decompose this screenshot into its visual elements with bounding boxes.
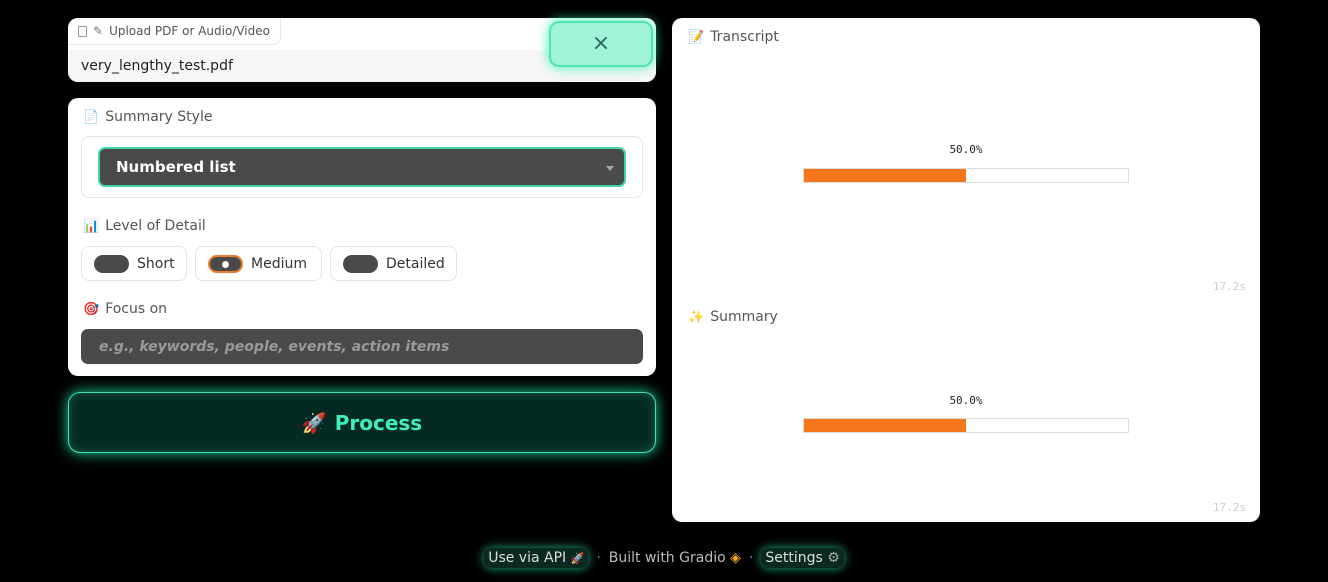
upload-tab[interactable]: ✎ Upload PDF or Audio/Video bbox=[68, 18, 281, 45]
file-icon bbox=[78, 25, 87, 37]
output-panel: 📝 Transcript 50.0% 17.2s ✨ Summary 50.0%… bbox=[672, 18, 1260, 522]
detail-option-detailed[interactable]: Detailed bbox=[330, 246, 457, 281]
bar-chart-icon: 📊 bbox=[83, 218, 100, 234]
process-label: Process bbox=[334, 410, 423, 435]
separator: · bbox=[596, 550, 601, 566]
summary-progress-text: 50.0% bbox=[949, 394, 983, 407]
document-icon: 📄 bbox=[83, 109, 100, 125]
focus-input[interactable]: e.g., keywords, people, events, action i… bbox=[81, 329, 643, 364]
target-icon: 🎯 bbox=[83, 301, 100, 317]
chevron-down-icon bbox=[606, 166, 614, 171]
detail-label: 📊 Level of Detail bbox=[83, 218, 206, 234]
file-name: very_lengthy_test.pdf bbox=[81, 58, 233, 74]
summary-style-label: 📄 Summary Style bbox=[83, 109, 213, 125]
transcript-label: 📝 Transcript bbox=[688, 29, 779, 45]
footer: Use via API 🚀 · Built with Gradio ◈ · Se… bbox=[0, 546, 1328, 570]
settings-panel: 📄 Summary Style Numbered list 📊 Level of… bbox=[68, 98, 656, 376]
summary-label: ✨ Summary bbox=[688, 309, 778, 325]
summary-progress-fill bbox=[804, 419, 966, 432]
built-with-gradio-link[interactable]: Built with Gradio ◈ bbox=[609, 550, 741, 566]
summary-style-value: Numbered list bbox=[116, 158, 236, 176]
detail-option-medium[interactable]: Medium bbox=[195, 246, 322, 281]
radio-toggle[interactable] bbox=[343, 254, 378, 273]
separator: · bbox=[748, 550, 754, 566]
gear-icon: ⚙ bbox=[827, 550, 840, 566]
detail-option-short[interactable]: Short bbox=[81, 246, 187, 281]
upload-tab-label: Upload PDF or Audio/Video bbox=[109, 24, 270, 38]
transcript-timer: 17.2s bbox=[1212, 280, 1246, 293]
process-button[interactable]: 🚀 Process bbox=[68, 392, 656, 453]
transcript-progress-fill bbox=[804, 169, 966, 182]
rocket-icon: 🚀 bbox=[570, 552, 585, 565]
close-icon: × bbox=[591, 31, 611, 56]
summary-progress-bar bbox=[803, 418, 1129, 433]
memo-icon: 📝 bbox=[688, 29, 705, 45]
clear-file-button[interactable]: × bbox=[549, 21, 653, 67]
summary-style-dropdown[interactable]: Numbered list bbox=[98, 147, 626, 187]
rocket-icon: 🚀 bbox=[301, 410, 327, 435]
settings-link[interactable]: Settings ⚙ bbox=[761, 548, 844, 568]
focus-placeholder: e.g., keywords, people, events, action i… bbox=[99, 338, 450, 355]
use-via-api-link[interactable]: Use via API 🚀 bbox=[484, 548, 589, 568]
summary-timer: 17.2s bbox=[1212, 501, 1246, 514]
radio-toggle-selected[interactable] bbox=[208, 254, 243, 273]
transcript-progress-bar bbox=[803, 168, 1129, 183]
radio-toggle[interactable] bbox=[94, 254, 129, 273]
gradio-logo-icon: ◈ bbox=[730, 550, 741, 566]
transcript-progress-text: 50.0% bbox=[949, 143, 983, 156]
summary-style-container: Numbered list bbox=[81, 136, 643, 198]
sparkles-icon: ✨ bbox=[688, 309, 705, 325]
focus-label: 🎯 Focus on bbox=[83, 301, 168, 317]
paperclip-icon: ✎ bbox=[93, 24, 104, 38]
